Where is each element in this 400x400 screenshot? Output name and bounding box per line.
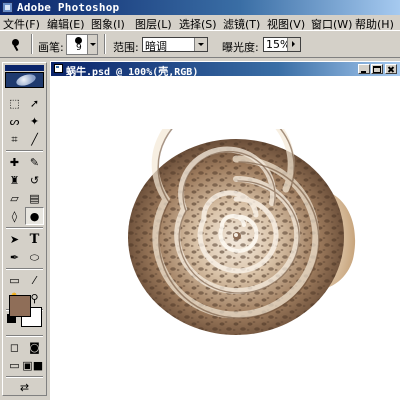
path-selection-tool-icon[interactable]: ➤ xyxy=(5,230,24,248)
magic-wand-tool-icon[interactable]: ✦ xyxy=(25,112,44,130)
photoshop-eye-logo[interactable] xyxy=(5,72,44,88)
burn-tool-icon[interactable]: ● xyxy=(25,207,44,225)
eyedropper-glyph: ⁄ xyxy=(33,273,36,287)
healing-brush-tool-icon[interactable]: ✚ xyxy=(5,153,24,171)
brush-glyph: ✎ xyxy=(29,155,40,169)
imageready-glyph: ⇄ xyxy=(19,380,30,394)
crop-tool-icon[interactable]: ⌗ xyxy=(5,130,24,148)
lasso-glyph: ᔕ xyxy=(9,114,20,128)
exposure-input[interactable]: 15% xyxy=(263,37,301,52)
maximize-button[interactable] xyxy=(371,64,383,74)
toolbox: ⬚ ➚ ᔕ ✦ ⌗ ╱ ✚ ✎ ♜ ↺ ▱ ▤ ◊ ● ➤ T ✒ ⬭ ▭ ⁄ … xyxy=(2,62,47,396)
slice-tool-icon[interactable]: ╱ xyxy=(25,130,44,148)
blur-tool-icon[interactable]: ◊ xyxy=(5,207,24,225)
app-title-bar[interactable]: Adobe Photoshop xyxy=(0,0,400,15)
standard-mode-glyph: ◻ xyxy=(9,340,20,354)
history-brush-tool-icon[interactable]: ↺ xyxy=(25,171,44,189)
minimize-button[interactable] xyxy=(358,64,370,74)
exposure-label: 曝光度: xyxy=(222,41,259,54)
brush-picker[interactable]: 9 xyxy=(66,34,98,55)
clone-stamp-tool-icon[interactable]: ♜ xyxy=(5,171,24,189)
eraser-glyph: ▱ xyxy=(10,191,19,205)
brush-label: 画笔: xyxy=(38,41,64,54)
burn-tool-icon[interactable] xyxy=(8,36,24,52)
toolbox-separator xyxy=(6,227,43,229)
zoom-glyph: ⚲ xyxy=(30,291,39,305)
move-glyph: ➚ xyxy=(29,96,40,110)
options-separator xyxy=(104,34,106,54)
eyedropper-tool-icon[interactable]: ⁄ xyxy=(25,271,44,289)
notes-glyph: ▭ xyxy=(9,273,20,287)
slice-glyph: ╱ xyxy=(31,132,38,146)
gradient-glyph: ▤ xyxy=(29,191,40,205)
type-glyph: T xyxy=(29,231,40,247)
brush-size: 9 xyxy=(76,43,82,53)
history-glyph: ↺ xyxy=(29,173,40,187)
chevron-down-icon[interactable] xyxy=(194,38,207,51)
image-canvas[interactable] xyxy=(51,76,400,400)
toolbox-separator xyxy=(6,335,43,337)
quick-mask-glyph: ◙ xyxy=(29,340,40,354)
brush-tool-icon[interactable]: ✎ xyxy=(25,153,44,171)
marquee-tool-icon[interactable]: ⬚ xyxy=(5,94,24,112)
shape-tool-icon[interactable]: ⬭ xyxy=(25,248,44,266)
app-title: Adobe Photoshop xyxy=(17,1,120,14)
options-bar: 画笔: 9 范围: 暗调 曝光度: 15% xyxy=(0,30,400,58)
move-tool-icon[interactable]: ➚ xyxy=(25,94,44,112)
full-screen-glyph: ■ xyxy=(32,358,44,372)
photoshop-app-icon xyxy=(2,2,13,13)
shape-glyph: ⬭ xyxy=(29,250,40,264)
toolbox-separator xyxy=(6,150,43,152)
quick-mask-mode-icon[interactable]: ◙ xyxy=(25,338,44,356)
pen-tool-icon[interactable]: ✒ xyxy=(5,248,24,266)
document-icon xyxy=(54,64,63,73)
standard-mode-icon[interactable]: ◻ xyxy=(5,338,24,356)
gradient-tool-icon[interactable]: ▤ xyxy=(25,189,44,207)
pen-glyph: ✒ xyxy=(9,250,20,264)
document-window: 蜗牛.psd @ 100%(壳,RGB) xyxy=(50,61,400,400)
options-separator xyxy=(31,34,33,54)
document-title-bar[interactable]: 蜗牛.psd @ 100%(壳,RGB) xyxy=(51,62,400,78)
toolbox-separator xyxy=(6,268,43,270)
eraser-tool-icon[interactable]: ▱ xyxy=(5,189,24,207)
chevron-right-icon[interactable] xyxy=(287,38,300,51)
blur-glyph: ◊ xyxy=(11,209,18,223)
path-glyph: ➤ xyxy=(9,232,20,246)
menu-bar: 文件(F) 编辑(E) 图象(I) 图层(L) 选择(S) 滤镜(T) 视图(V… xyxy=(0,15,400,31)
lasso-tool-icon[interactable]: ᔕ xyxy=(5,112,24,130)
toolbox-title-bar[interactable] xyxy=(5,65,44,71)
range-label: 范围: xyxy=(113,41,139,54)
jump-to-imageready-icon[interactable]: ⇄ xyxy=(15,378,34,396)
type-tool-icon[interactable]: T xyxy=(25,230,44,248)
crop-glyph: ⌗ xyxy=(11,132,18,146)
snail-shell-image xyxy=(128,129,356,335)
foreground-color-swatch[interactable] xyxy=(9,295,31,317)
range-value: 暗调 xyxy=(145,40,167,53)
magic-wand-glyph: ✦ xyxy=(29,114,40,128)
full-screen-mode-icon[interactable]: ■ xyxy=(31,356,45,374)
range-select[interactable]: 暗调 xyxy=(142,37,208,53)
burn-glyph: ● xyxy=(29,209,40,223)
chevron-down-icon[interactable] xyxy=(87,35,97,54)
healing-glyph: ✚ xyxy=(9,155,20,169)
close-button[interactable] xyxy=(385,64,397,74)
marquee-glyph: ⬚ xyxy=(9,96,20,110)
notes-tool-icon[interactable]: ▭ xyxy=(5,271,24,289)
stamp-glyph: ♜ xyxy=(9,173,20,187)
